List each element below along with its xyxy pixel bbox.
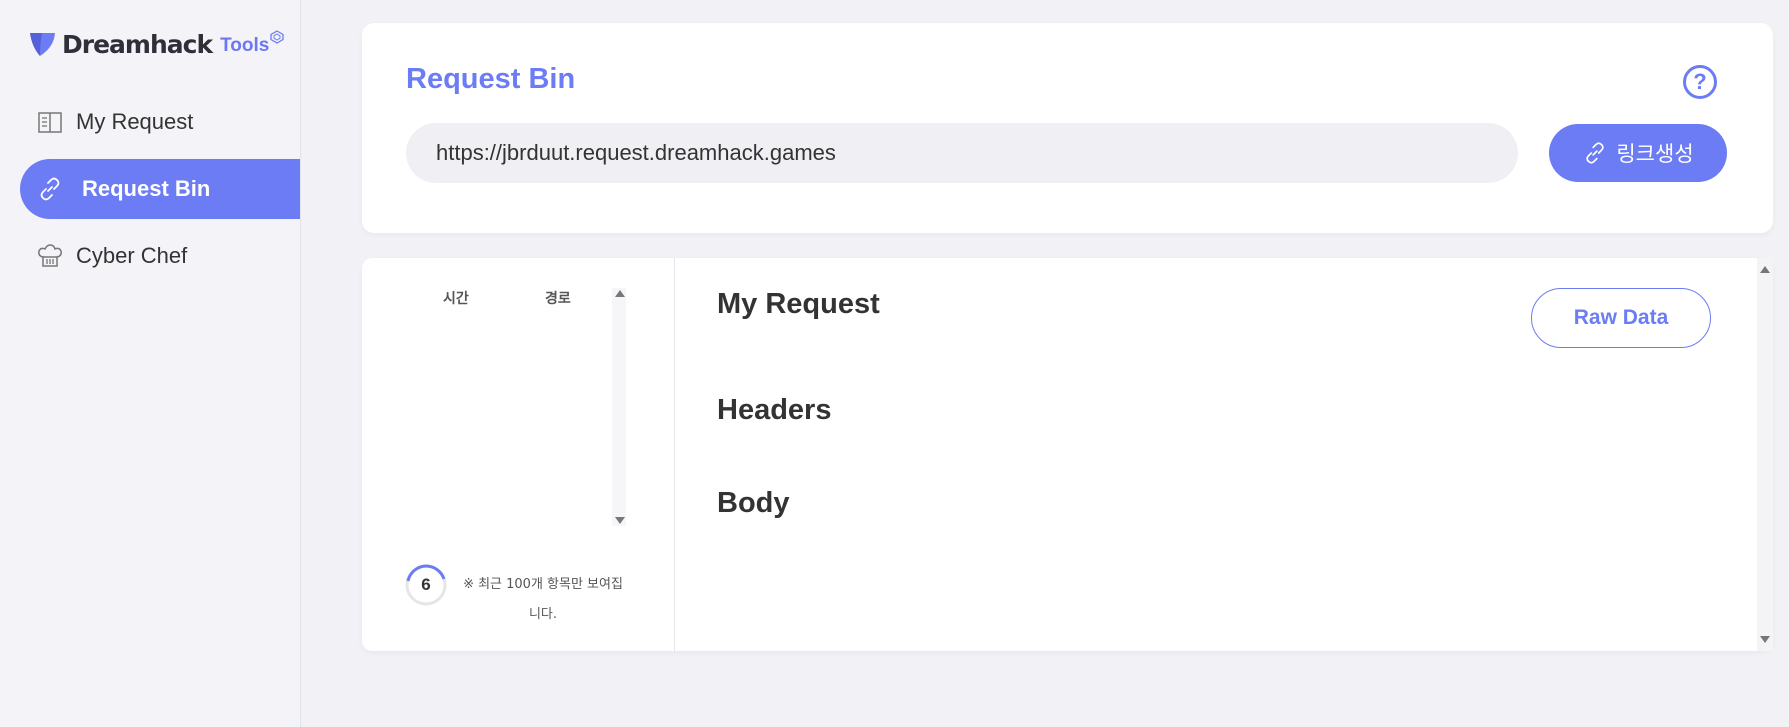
generate-link-button[interactable]: 링크생성 [1549,124,1727,182]
request-counter: 6 [404,563,448,607]
request-count: 6 [421,575,431,594]
link-icon [40,177,60,201]
scroll-up-icon[interactable] [615,290,625,297]
page-title: Request Bin [406,63,576,95]
brand-sub: Tools [220,35,270,56]
sidebar-item-label: Cyber Chef [76,243,188,268]
book-icon [38,112,62,133]
scroll-up-icon[interactable] [1760,266,1770,273]
request-list-scrollbar[interactable] [612,288,626,526]
sidebar-item-request-bin[interactable]: Request Bin [20,159,300,219]
scroll-down-icon[interactable] [615,517,625,524]
request-detail-pane: My Request Raw Data Headers Body [674,258,1773,651]
gem-icon [270,30,284,44]
requests-card: 시간 경로 6 ※ 최근 100개 항목만 보여집니다. My Request … [362,258,1773,651]
request-list-pane: 시간 경로 6 ※ 최근 100개 항목만 보여집니다. [362,258,675,651]
column-header-path[interactable]: 경로 [545,288,571,308]
scroll-down-icon[interactable] [1760,636,1770,643]
list-limit-note: ※ 최근 100개 항목만 보여집니다. [463,577,623,622]
logo[interactable]: Dreamhack Tools [28,28,284,60]
detail-scrollbar[interactable] [1757,258,1773,651]
sidebar-item-label: Request Bin [82,176,211,201]
link-icon [1586,142,1605,164]
brand-name: Dreamhack [62,29,213,59]
sidebar-item-my-request[interactable]: My Request [20,92,300,152]
dreamhack-logo-icon [30,33,55,56]
raw-data-button[interactable]: Raw Data [1531,288,1711,348]
detail-title: My Request [717,288,880,320]
generate-link-label: 링크생성 [1616,142,1694,166]
sidebar-item-label: My Request [76,109,194,134]
sidebar-nav: My Request Request Bin Cyber Chef [20,92,300,293]
body-heading: Body [717,487,790,519]
help-button[interactable]: ? [1683,65,1717,99]
chef-hat-icon [38,244,62,267]
headers-heading: Headers [717,394,832,426]
bin-url-field[interactable] [406,123,1518,183]
sidebar-item-cyber-chef[interactable]: Cyber Chef [20,226,300,286]
request-bin-card: Request Bin ? 링크생성 [362,23,1773,233]
column-header-time[interactable]: 시간 [443,288,469,308]
question-icon: ? [1693,69,1707,94]
sidebar: Dreamhack Tools My Request Request Bin C… [0,0,301,727]
